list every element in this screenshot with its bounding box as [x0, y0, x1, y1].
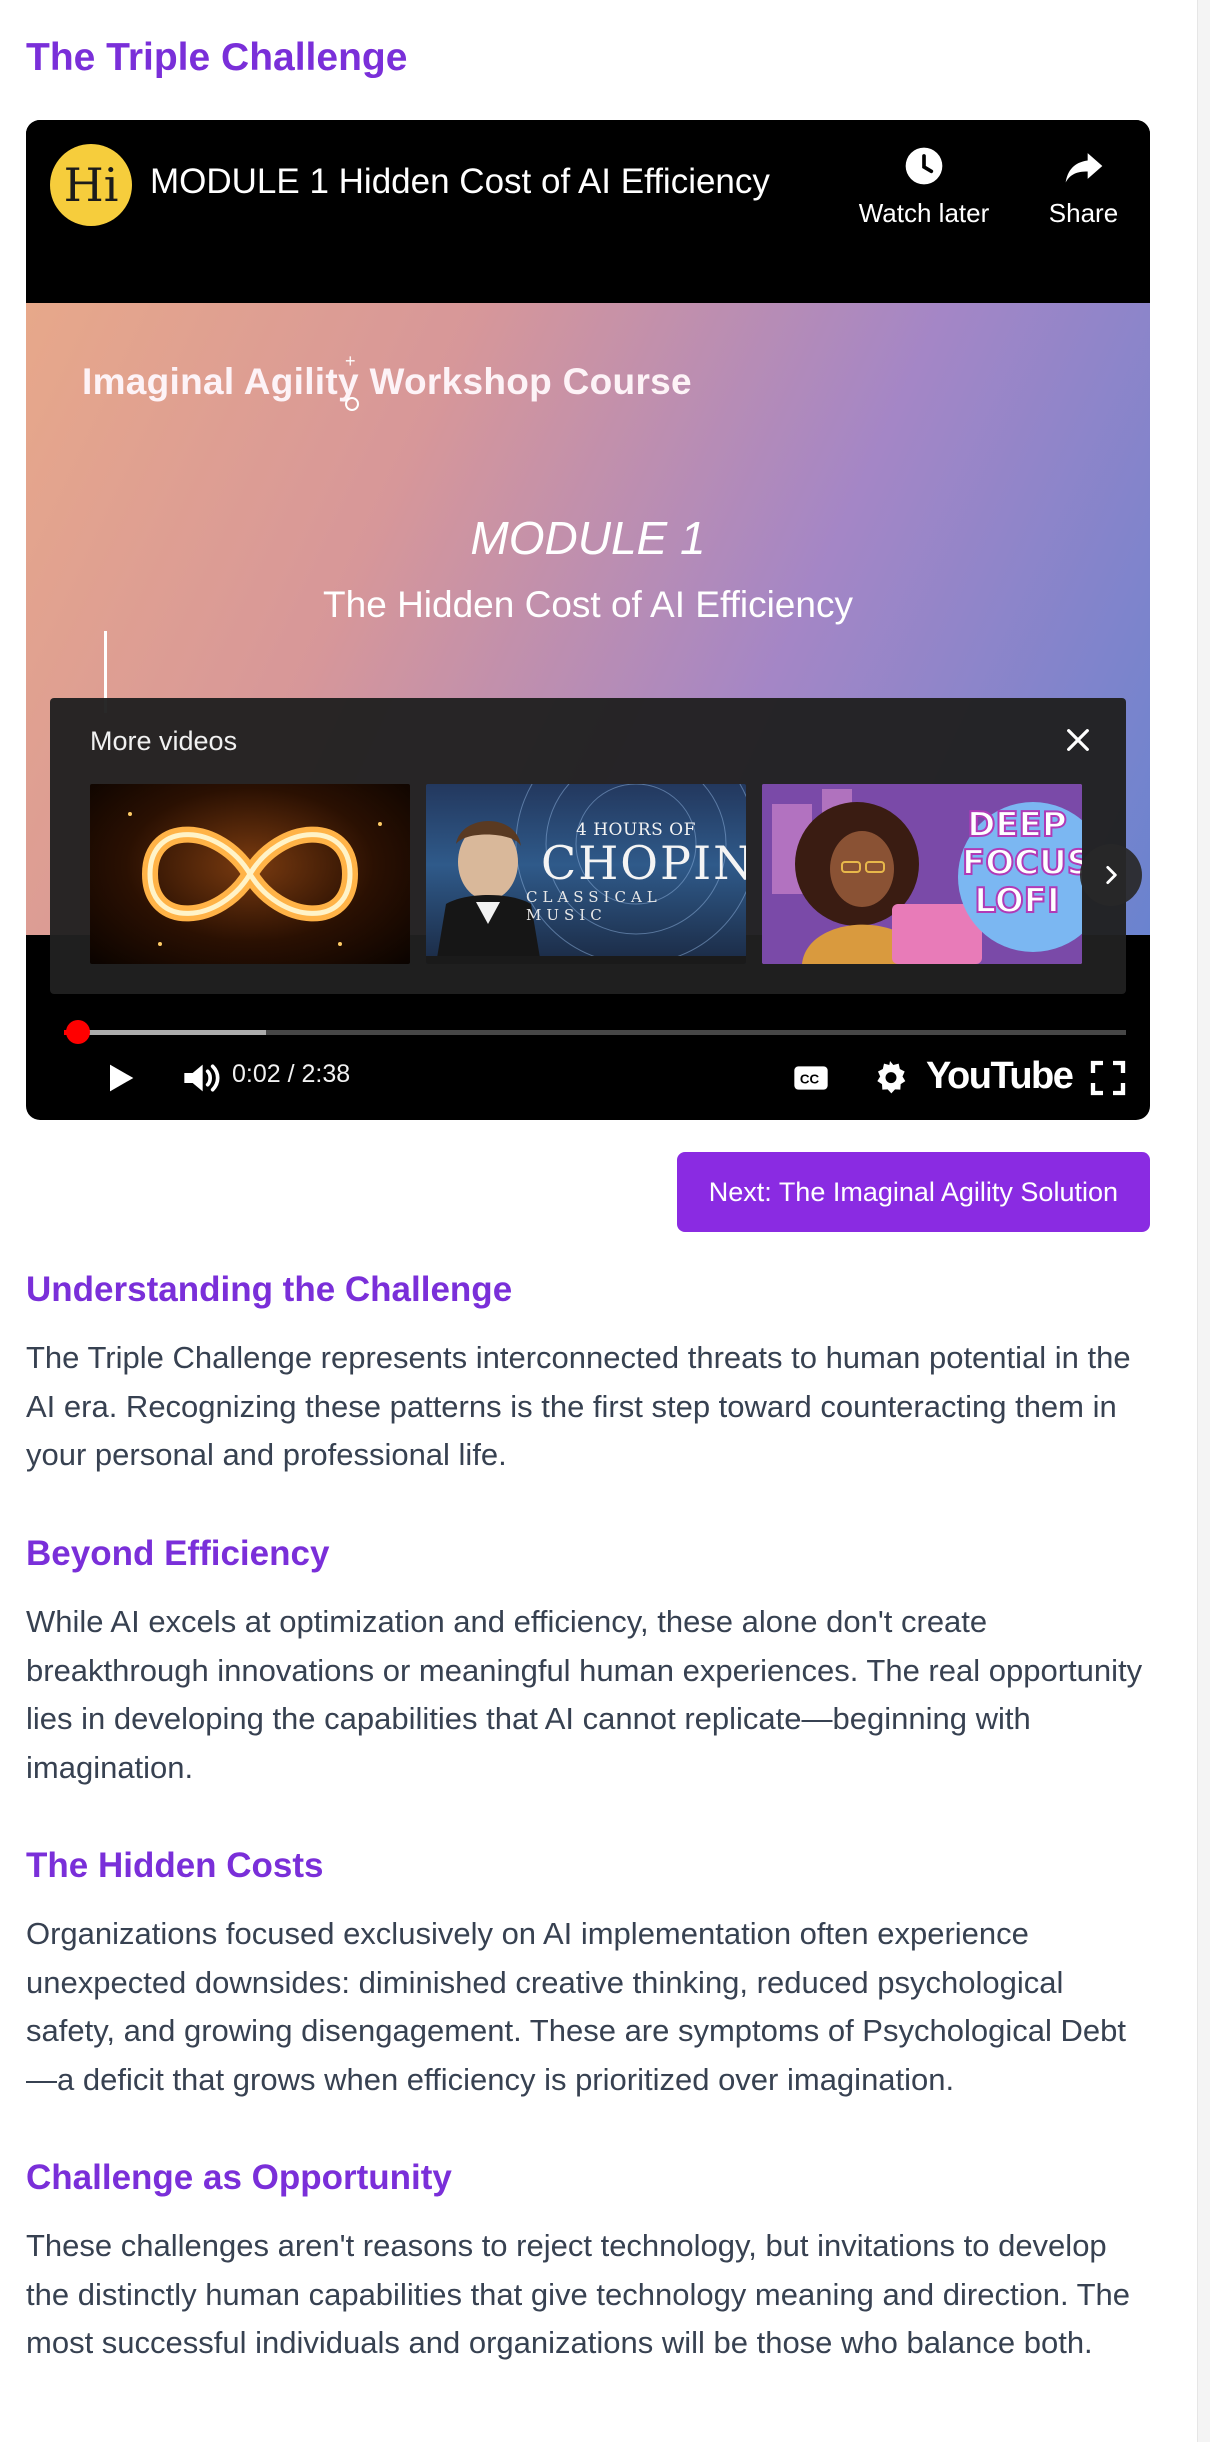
- video-title[interactable]: MODULE 1 Hidden Cost of AI Efficiency: [150, 162, 770, 202]
- infinity-fire-icon: [128, 812, 382, 946]
- thumbnail-caption-title: CHOPIN: [541, 836, 746, 890]
- progress-bar[interactable]: [64, 1020, 1126, 1044]
- section-heading: Beyond Efficiency: [26, 1534, 330, 1573]
- channel-avatar[interactable]: Hi: [50, 144, 132, 226]
- section-body: These challenges aren't reasons to rejec…: [26, 2228, 1131, 2360]
- video-player[interactable]: Hi MODULE 1 Hidden Cost of AI Efficiency…: [26, 120, 1150, 1120]
- section-heading: Challenge as Opportunity: [26, 2158, 452, 2197]
- video-thumbnail[interactable]: DEEP FOCUS LOFI: [762, 784, 1082, 964]
- volume-icon[interactable]: [178, 1058, 224, 1098]
- more-videos-panel: More videos 4 HOURS OF CHOPIN CLASSICAL …: [50, 698, 1142, 994]
- close-icon[interactable]: [1062, 724, 1094, 756]
- gear-icon[interactable]: [870, 1058, 910, 1098]
- section-heading: Understanding the Challenge: [26, 1270, 513, 1309]
- share-label: Share: [1048, 198, 1119, 228]
- watch-later-label: Watch later: [858, 198, 990, 228]
- svg-text:CC: CC: [800, 1072, 820, 1087]
- thumbnail-caption: DEEP FOCUS LOFI: [961, 805, 1082, 921]
- clock-icon: [905, 147, 943, 185]
- section-body: Organizations focused exclusively on AI …: [26, 1916, 1126, 2097]
- section-body: While AI excels at optimization and effi…: [26, 1604, 1143, 1785]
- watch-later-button[interactable]: Watch later: [826, 144, 1022, 229]
- slide-module-heading: MODULE 1: [470, 512, 706, 564]
- share-arrow-icon: [1065, 153, 1102, 183]
- thumbnail-caption-sub: CLASSICAL MUSIC: [526, 888, 662, 924]
- closed-captions-icon[interactable]: CC: [790, 1058, 832, 1098]
- more-videos-title: More videos: [90, 726, 238, 756]
- slide-course-name: Imaginal Agility Workshop Course: [82, 361, 692, 402]
- sparkle-ring-icon: [345, 397, 359, 411]
- share-button[interactable]: Share: [1026, 144, 1141, 229]
- next-section-button[interactable]: Next: The Imaginal Agility Solution: [676, 1152, 1150, 1232]
- page-scrollbar[interactable]: [1197, 0, 1210, 2442]
- video-thumbnail[interactable]: 4 HOURS OF CHOPIN CLASSICAL MUSIC: [426, 784, 746, 964]
- sparkle-icon: +: [345, 351, 356, 371]
- progress-buffered: [64, 1030, 266, 1035]
- video-thumbnail[interactable]: [90, 784, 410, 964]
- player-header: Hi MODULE 1 Hidden Cost of AI Efficiency…: [26, 120, 1150, 303]
- slide-subtitle: The Hidden Cost of AI Efficiency: [323, 584, 853, 625]
- section-heading: The Hidden Costs: [26, 1846, 324, 1885]
- time-display: 0:02 / 2:38: [232, 1060, 351, 1088]
- more-videos-next-button[interactable]: [1080, 844, 1142, 906]
- play-icon[interactable]: [100, 1058, 140, 1098]
- chevron-right-icon: [1106, 866, 1117, 884]
- page-title: The Triple Challenge: [26, 36, 408, 79]
- player-controls: 0:02 / 2:38 CC YouTube: [26, 1000, 1150, 1120]
- youtube-logo[interactable]: YouTube: [926, 1055, 1074, 1098]
- section-body: The Triple Challenge represents intercon…: [26, 1340, 1131, 1472]
- progress-scrubber[interactable]: [65, 1020, 90, 1044]
- fullscreen-icon[interactable]: [1088, 1058, 1128, 1098]
